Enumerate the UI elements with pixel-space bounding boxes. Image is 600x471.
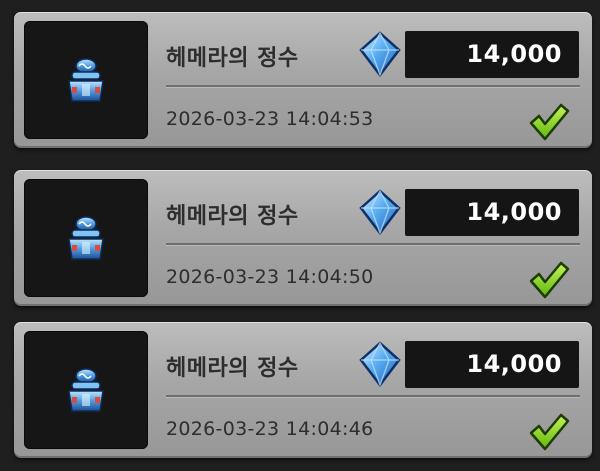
check-icon bbox=[528, 102, 570, 146]
purchase-entry[interactable]: 헤메라의 정수 14,000 2026-03-23 14:04:50 bbox=[14, 170, 592, 306]
purchase-entry[interactable]: 헤메라의 정수 14,000 2026-03-23 14:04:53 bbox=[14, 12, 592, 148]
price-value: 14,000 bbox=[466, 198, 562, 226]
item-name: 헤메라의 정수 bbox=[166, 356, 299, 381]
item-thumbnail bbox=[24, 21, 148, 139]
item-thumbnail bbox=[24, 331, 148, 449]
price-box: 14,000 bbox=[405, 189, 579, 236]
divider bbox=[166, 395, 580, 397]
purchase-entry[interactable]: 헤메라의 정수 14,000 2026-03-23 14:04:46 bbox=[14, 322, 592, 458]
purchase-history-list: 헤메라의 정수 14,000 2026-03-23 14:04:53 헤메라의 … bbox=[0, 0, 600, 471]
diamond-gem-icon bbox=[357, 188, 403, 240]
item-name: 헤메라의 정수 bbox=[166, 46, 299, 71]
divider bbox=[166, 85, 580, 87]
diamond-gem-icon bbox=[357, 340, 403, 392]
purchase-timestamp: 2026-03-23 14:04:46 bbox=[166, 418, 374, 440]
item-thumbnail bbox=[24, 179, 148, 297]
price-value: 14,000 bbox=[466, 350, 562, 378]
price-box: 14,000 bbox=[405, 31, 579, 78]
price-box: 14,000 bbox=[405, 341, 579, 388]
diamond-gem-icon bbox=[357, 30, 403, 82]
check-icon bbox=[528, 260, 570, 304]
purchase-timestamp: 2026-03-23 14:04:53 bbox=[166, 108, 374, 130]
divider bbox=[166, 243, 580, 245]
check-icon bbox=[528, 412, 570, 456]
item-name: 헤메라의 정수 bbox=[166, 204, 299, 229]
purchase-timestamp: 2026-03-23 14:04:50 bbox=[166, 266, 374, 288]
price-value: 14,000 bbox=[466, 40, 562, 68]
